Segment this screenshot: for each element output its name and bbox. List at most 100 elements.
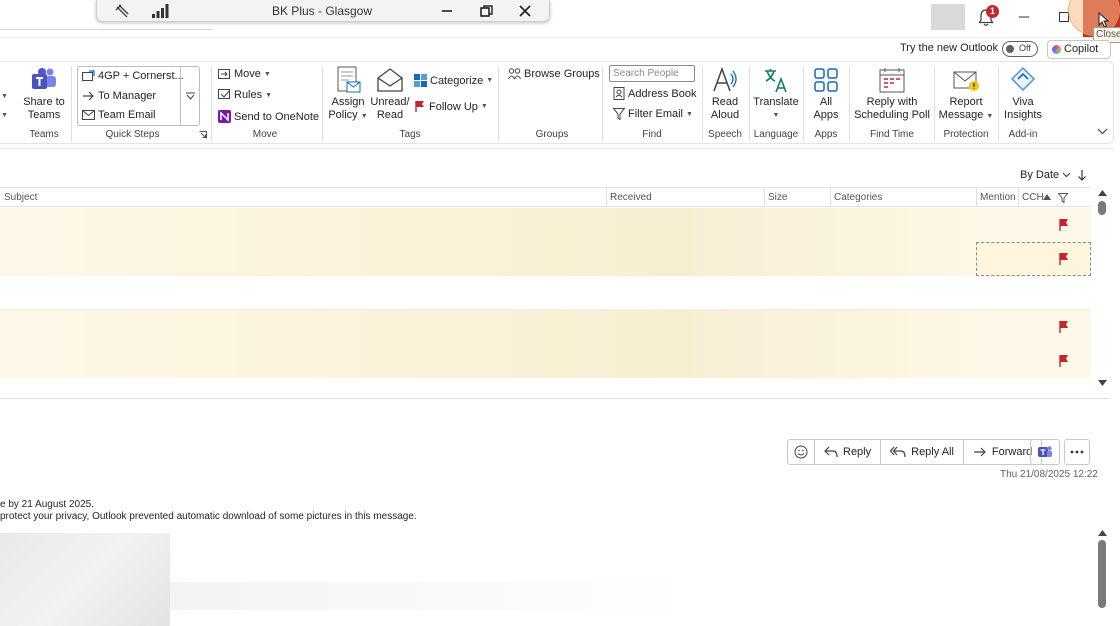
group-label-move: Move [252,129,278,140]
reply-button[interactable]: Reply [815,439,882,465]
viva-insights-label-1: Viva [1012,96,1034,108]
download-pictures-infobar[interactable]: protect your privacy, Outlook prevented … [0,511,417,522]
assign-policy-label-1: Assign [331,96,365,108]
chevron-down-icon[interactable]: ▼ [1,112,8,119]
toggle-state: Off [1019,43,1031,53]
group-label-tags: Tags [399,129,421,140]
scroll-down-icon[interactable] [1098,380,1107,386]
quick-step-3[interactable]: Team Email [82,109,155,121]
restore-remote-icon[interactable] [475,1,497,21]
chevron-down-icon[interactable]: ▼ [1,93,8,100]
group-separator [71,66,72,142]
all-apps-label-1: All [819,96,833,108]
chevron-down-icon: ▼ [686,110,693,118]
reply-with-scheduling-poll-button[interactable]: Reply with Scheduling Poll [853,66,931,122]
follow-up-button[interactable]: Follow Up ▼ [414,100,488,113]
report-message-label-2: Message ▼ [938,109,994,121]
group-label-teams: Teams [29,129,59,140]
read-aloud-icon [713,66,737,92]
quick-step-2[interactable]: To Manager [82,90,156,102]
close-remote-icon[interactable] [514,1,536,21]
column-header-mention[interactable]: Mention [980,192,1016,203]
table-row[interactable] [0,242,1091,276]
move-folder-icon [218,69,230,79]
mail-icon [82,110,95,120]
group-separator [498,66,499,142]
notifications-bell-icon[interactable]: 1 [974,5,1000,28]
column-header-subject[interactable]: Subject [4,192,37,203]
dialog-launcher-icon[interactable] [199,131,207,139]
browse-groups-button[interactable]: Browse Groups [508,68,600,80]
column-header-received[interactable]: Received [610,192,652,203]
group-separator [803,66,804,142]
column-separator[interactable] [606,188,607,207]
scrollbar-thumb[interactable] [1098,540,1106,608]
table-row[interactable] [0,344,1091,378]
blurred-message-content [0,242,976,276]
column-header-categories[interactable]: Categories [834,192,882,203]
flag-icon[interactable] [1058,320,1070,334]
move-button[interactable]: Move ▼ [218,68,271,80]
all-apps-button[interactable]: All Apps [807,66,845,122]
assign-policy-button[interactable]: Assign Policy ▼ [328,66,368,123]
group-separator [211,66,212,142]
table-row[interactable] [0,208,1091,242]
send-to-onenote-button[interactable]: Send to OneNote [218,110,319,123]
chevron-down-icon [1062,172,1071,178]
unread-read-button[interactable]: Unread/ Read [369,66,411,122]
translate-button[interactable]: Translate ▼ [753,66,799,122]
scrollbar-thumb[interactable] [1098,201,1106,215]
minimize-button[interactable] [1004,0,1044,34]
collapse-ribbon-chevron-icon[interactable] [1097,128,1108,135]
share-to-teams-mini-button[interactable] [1030,439,1060,465]
filter-email-button[interactable]: Filter Email ▼ [613,108,693,120]
table-row[interactable] [0,310,1091,344]
avatar[interactable] [931,4,965,30]
column-separator[interactable] [830,188,831,207]
sort-direction-arrow-icon[interactable] [1077,169,1087,181]
reply-all-button[interactable]: Reply All [881,439,964,465]
filter-icon[interactable] [1058,193,1068,203]
read-aloud-button[interactable]: Read Aloud [706,66,744,122]
viva-insights-button[interactable]: Viva Insights [1002,66,1044,122]
group-label-speech: Speech [708,129,742,140]
scroll-up-icon[interactable] [1098,190,1107,196]
group-separator [934,66,935,142]
categorize-label: Categorize [430,74,484,87]
message-date: Thu 21/08/2025 12:22 [1000,469,1098,480]
scroll-up-icon[interactable] [1098,530,1107,536]
quick-step-1[interactable]: 4GP + Cornerst... [82,70,184,82]
column-header-cch[interactable]: CCH [1022,192,1044,203]
more-options-button[interactable] [1064,439,1090,465]
search-people-input[interactable]: Search People [609,65,695,82]
reading-pane-scrollbar[interactable] [1097,528,1109,626]
categorize-button[interactable]: Categorize ▼ [414,74,493,87]
address-book-icon [613,87,625,100]
rules-button[interactable]: Rules ▼ [218,89,272,101]
sort-by-dropdown[interactable]: By Date [1020,169,1071,181]
group-separator [749,66,750,142]
address-book-button[interactable]: Address Book [613,87,696,100]
unpin-icon[interactable] [111,1,133,21]
group-separator [998,66,999,142]
column-separator[interactable] [1018,188,1019,207]
flag-icon[interactable] [1058,252,1070,266]
table-row[interactable] [0,276,1091,310]
rules-label: Rules [234,89,263,101]
flag-icon[interactable] [1058,218,1070,232]
column-separator[interactable] [764,188,765,207]
new-outlook-toggle[interactable]: Off [1002,41,1038,57]
column-header-size[interactable]: Size [768,192,787,203]
quick-steps-more-button[interactable] [180,66,200,126]
flag-icon[interactable] [1058,354,1070,368]
message-list-scrollbar[interactable] [1097,188,1109,388]
address-book-label: Address Book [628,87,697,100]
copilot-button[interactable]: Copilot [1047,40,1111,59]
connection-quality-icon[interactable] [149,1,171,21]
report-message-button[interactable]: Report Message ▼ [938,66,994,123]
react-button[interactable] [787,439,815,465]
share-to-teams-button[interactable]: Share to Teams [22,66,66,122]
minimize-remote-icon[interactable] [436,1,458,21]
column-separator[interactable] [976,188,977,207]
group-separator [602,66,603,142]
